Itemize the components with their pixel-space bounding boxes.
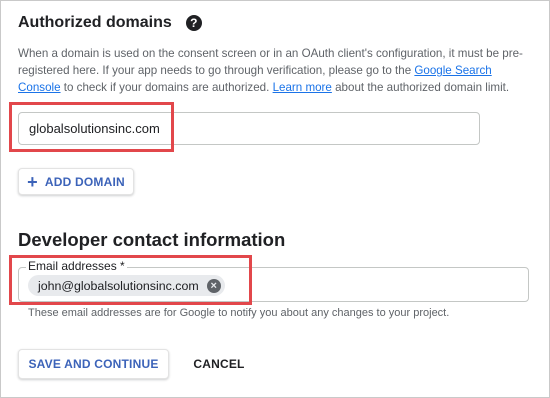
authorized-domains-heading: Authorized domains ? <box>18 14 202 32</box>
learn-more-link[interactable]: Learn more <box>273 81 332 94</box>
save-and-continue-button[interactable]: SAVE AND CONTINUE <box>18 349 169 379</box>
description-text-2: to check if your domains are authorized. <box>60 81 273 94</box>
add-domain-button[interactable]: + ADD DOMAIN <box>18 168 134 195</box>
oauth-consent-form: Authorized domains ? When a domain is us… <box>0 0 550 398</box>
plus-icon: + <box>27 171 38 192</box>
developer-contact-title: Developer contact information <box>18 229 286 250</box>
email-highlight-box <box>9 255 252 305</box>
authorized-domains-title: Authorized domains <box>18 14 172 31</box>
authorized-domains-description: When a domain is used on the consent scr… <box>18 45 533 96</box>
add-domain-label: ADD DOMAIN <box>44 174 125 189</box>
email-helper-text: These email addresses are for Google to … <box>28 307 450 319</box>
question-circle-icon[interactable]: ? <box>185 15 202 31</box>
cancel-button[interactable]: CANCEL <box>185 349 253 379</box>
domain-highlight-box <box>9 102 174 152</box>
description-text-3: about the authorized domain limit. <box>331 81 510 94</box>
